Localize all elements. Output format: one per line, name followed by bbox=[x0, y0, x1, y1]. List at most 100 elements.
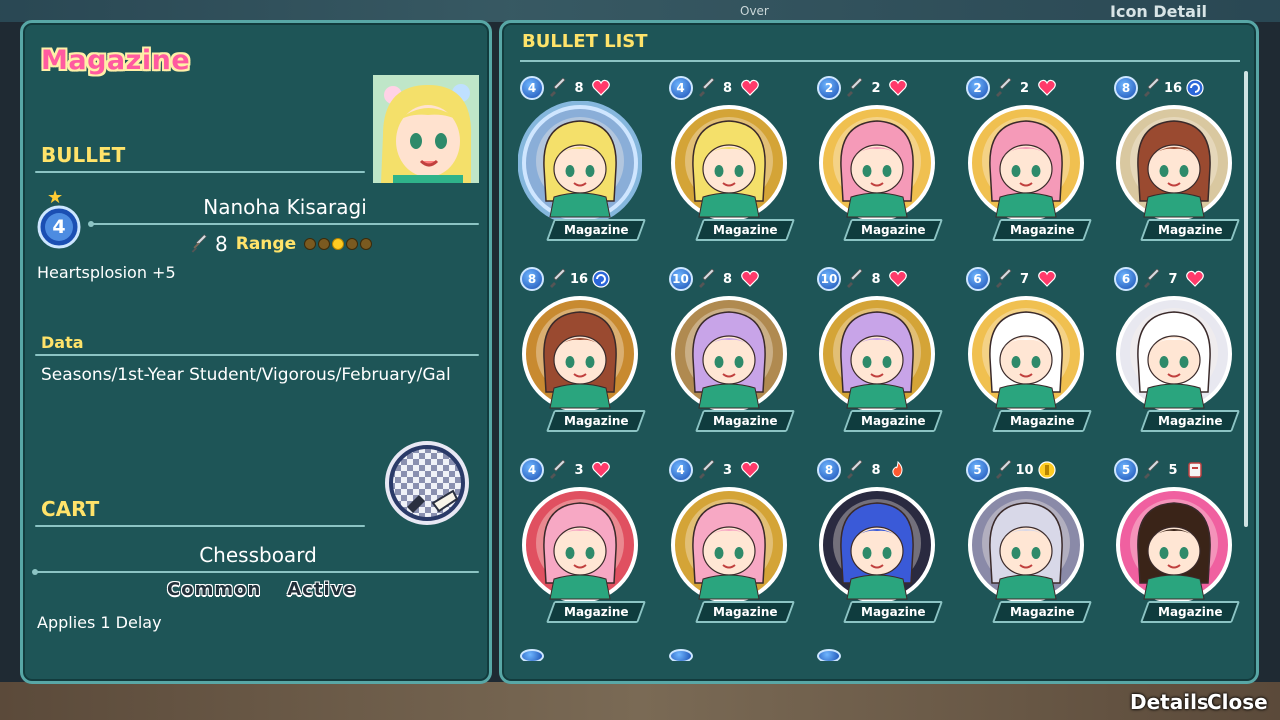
data-section-label: Data bbox=[41, 333, 84, 352]
heart-trait-icon bbox=[740, 79, 759, 96]
bullet-section-label: BULLET bbox=[41, 143, 126, 167]
magazine-tag: Magazine bbox=[991, 601, 1092, 623]
bullet-card[interactable]: 5 5 Magazine bbox=[1106, 453, 1240, 633]
bullet-card[interactable]: 4 8 Magazine bbox=[512, 71, 648, 251]
coin-trait-icon bbox=[1037, 461, 1056, 479]
bullet-card[interactable]: 4 3 Magazine bbox=[661, 453, 797, 633]
range-dot bbox=[318, 238, 331, 250]
bullet-card-attack: 8 bbox=[871, 271, 881, 287]
attack-sword-icon bbox=[1144, 78, 1160, 97]
magazine-tag-label: Magazine bbox=[1009, 414, 1074, 428]
bullet-card-attack: 10 bbox=[1015, 462, 1034, 478]
magazine-tag-label: Magazine bbox=[1009, 605, 1074, 619]
bullet-character-icon bbox=[967, 105, 1084, 221]
magazine-tag: Magazine bbox=[991, 219, 1092, 241]
bullet-character-icon bbox=[819, 487, 935, 603]
bullet-card-attack: 3 bbox=[722, 462, 733, 478]
bullet-character-icon bbox=[518, 101, 642, 225]
attack-sword-icon bbox=[847, 460, 863, 479]
bullet-card[interactable]: 2 2 Magazine bbox=[809, 71, 945, 251]
bullet-character-icon bbox=[967, 487, 1084, 603]
bullet-card-attack: 16 bbox=[1164, 80, 1183, 96]
attack-sword-icon bbox=[995, 78, 1012, 97]
attack-sword-icon bbox=[698, 269, 715, 288]
magazine-tag-label: Magazine bbox=[563, 605, 629, 619]
bullet-card[interactable]: 8 16 Magazine bbox=[512, 262, 648, 442]
attack-sword-icon bbox=[698, 78, 715, 97]
bullet-card-stats: 67 bbox=[1114, 266, 1205, 292]
bullet-card-attack: 7 bbox=[1168, 271, 1178, 287]
bullet-card-partial[interactable] bbox=[668, 649, 693, 661]
cart-section-label: CART bbox=[41, 497, 100, 521]
bullet-character-icon bbox=[1116, 105, 1232, 221]
close-button[interactable]: Close bbox=[1207, 690, 1268, 714]
bullet-card[interactable]: 8 8 Magazine bbox=[809, 453, 945, 633]
attack-sword-icon bbox=[995, 460, 1012, 479]
bullet-card-stats: 55 bbox=[1114, 457, 1205, 483]
magazine-tag: Magazine bbox=[842, 219, 944, 241]
bullet-card-level: 6 bbox=[1114, 267, 1138, 291]
bullet-character-icon bbox=[967, 296, 1084, 412]
bullet-card-level: 4 bbox=[520, 76, 544, 100]
bullet-card-level: 10 bbox=[817, 267, 841, 291]
magazine-tag: Magazine bbox=[842, 410, 944, 432]
heart-trait-icon bbox=[740, 461, 759, 478]
magazine-tag-label: Magazine bbox=[1009, 223, 1074, 237]
bullet-card[interactable]: 6 7 Magazine bbox=[1106, 262, 1240, 442]
bullet-card[interactable]: 10 8 Magazine bbox=[661, 262, 797, 442]
bullet-card[interactable]: 5 10 Magazine bbox=[958, 453, 1094, 633]
cart-effect-text: Applies 1 Delay bbox=[37, 613, 162, 632]
range-dot bbox=[346, 238, 359, 250]
panel-title: Magazine bbox=[41, 45, 191, 76]
heart-trait-icon bbox=[1037, 270, 1056, 287]
magazine-tag-label: Magazine bbox=[860, 605, 926, 619]
magazine-tag-label: Magazine bbox=[712, 414, 777, 428]
heart-trait-icon bbox=[1186, 270, 1204, 287]
bullet-character-icon bbox=[522, 296, 638, 412]
flame-trait-icon bbox=[892, 460, 903, 478]
bullet-card-level: 5 bbox=[965, 458, 990, 482]
bullet-card[interactable]: 8 16 Magazine bbox=[1106, 71, 1240, 251]
bullet-card-attack: 8 bbox=[871, 462, 881, 478]
bullet-card[interactable]: 2 2 Magazine bbox=[958, 71, 1094, 251]
bullet-card-level-partial bbox=[520, 649, 544, 661]
bullet-card-level-partial bbox=[668, 649, 693, 661]
attack-sword-icon bbox=[698, 460, 715, 479]
range-dot bbox=[332, 238, 345, 250]
bullet-card-stats: 43 bbox=[520, 457, 611, 483]
chessboard-cart-icon bbox=[383, 441, 473, 531]
bullet-card-level: 6 bbox=[965, 267, 990, 291]
bullet-list-scrollbar[interactable] bbox=[1244, 71, 1248, 527]
bullet-card[interactable]: 4 3 Magazine bbox=[512, 453, 648, 633]
heart-trait-icon bbox=[889, 270, 907, 287]
data-section-divider bbox=[35, 354, 479, 356]
data-tags-text: Seasons/1st-Year Student/Vigorous/Februa… bbox=[41, 365, 451, 385]
bullet-card-stats: 48 bbox=[520, 75, 611, 101]
bullet-card-level: 2 bbox=[817, 76, 841, 100]
magazine-tag: Magazine bbox=[694, 219, 795, 241]
magazine-tag: Magazine bbox=[1139, 219, 1240, 241]
bullet-character-icon bbox=[670, 487, 787, 603]
magazine-tag-label: Magazine bbox=[563, 223, 629, 237]
bullet-card[interactable]: 10 8 Magazine bbox=[809, 262, 945, 442]
magazine-tag-label: Magazine bbox=[1157, 414, 1223, 428]
bullet-card-stats: 10 8 bbox=[668, 266, 760, 292]
details-button[interactable]: Details bbox=[1130, 690, 1209, 714]
bullet-attack-value: 8 bbox=[215, 232, 228, 256]
bullet-card-partial[interactable] bbox=[520, 649, 544, 661]
bullet-card[interactable]: 6 7 Magazine bbox=[958, 262, 1094, 442]
bullet-card-stats: 67 bbox=[965, 266, 1057, 292]
bullet-name-divider bbox=[88, 221, 479, 227]
bullet-card-partial[interactable] bbox=[817, 649, 841, 661]
bullet-level-badge: 4 bbox=[37, 205, 81, 249]
cart-name-divider bbox=[32, 569, 479, 575]
magazine-tag-label: Magazine bbox=[860, 223, 926, 237]
bullet-card[interactable]: 4 8 Magazine bbox=[661, 71, 797, 251]
bullet-card-level: 10 bbox=[668, 267, 693, 291]
bullet-card-stats: 88 bbox=[817, 457, 908, 483]
bullet-name: Nanoha Kisaragi bbox=[203, 195, 367, 219]
magazine-tag-label: Magazine bbox=[712, 223, 777, 237]
range-indicator bbox=[304, 238, 373, 250]
cycle-trait-icon bbox=[592, 270, 610, 288]
bullet-portrait bbox=[373, 75, 479, 183]
